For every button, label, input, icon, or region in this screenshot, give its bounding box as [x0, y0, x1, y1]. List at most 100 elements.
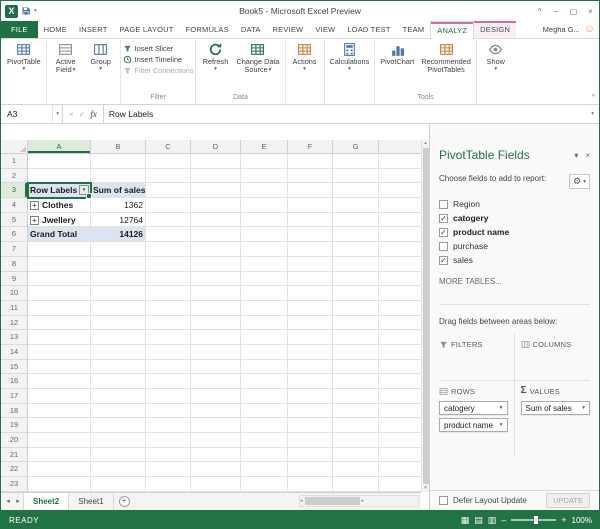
pivotchart-button[interactable]: PivotChart	[378, 41, 416, 67]
cell[interactable]	[146, 183, 191, 199]
refresh-button[interactable]: Refresh ▾	[199, 41, 231, 73]
cell[interactable]	[379, 477, 421, 492]
row-header[interactable]: 4	[1, 198, 28, 213]
tab-review[interactable]: REVIEW	[267, 21, 310, 38]
row-header[interactable]: 5	[1, 212, 28, 228]
sheet-tab-sheet2[interactable]: Sheet2	[23, 492, 70, 510]
cell[interactable]	[379, 330, 421, 345]
cell[interactable]	[288, 227, 333, 243]
cell[interactable]	[241, 256, 288, 272]
cell[interactable]	[146, 447, 191, 463]
cell[interactable]	[191, 330, 241, 345]
column-header-e[interactable]: E	[241, 140, 288, 154]
cell[interactable]	[191, 271, 241, 287]
cell[interactable]	[333, 477, 379, 492]
cell[interactable]	[28, 477, 91, 492]
cell[interactable]	[333, 433, 379, 448]
cell[interactable]	[333, 168, 379, 184]
cell[interactable]	[191, 212, 241, 228]
cell[interactable]	[91, 256, 146, 272]
cell[interactable]	[288, 198, 333, 213]
row-header[interactable]: 18	[1, 403, 28, 419]
column-header-partial[interactable]	[379, 140, 421, 154]
cell[interactable]	[288, 418, 333, 434]
cell[interactable]	[241, 242, 288, 257]
cell[interactable]	[91, 374, 146, 389]
cell[interactable]	[191, 389, 241, 404]
cell[interactable]	[91, 330, 146, 345]
cell[interactable]	[333, 315, 379, 331]
cell[interactable]	[91, 315, 146, 331]
cell[interactable]	[191, 344, 241, 360]
change-data-source-button[interactable]: Change Data Source ▾	[234, 41, 281, 76]
cell[interactable]	[333, 462, 379, 478]
cell[interactable]	[379, 198, 421, 213]
row-header[interactable]: 2	[1, 168, 28, 184]
scroll-up-icon[interactable]: ▴	[424, 140, 427, 147]
cell[interactable]	[146, 300, 191, 316]
update-button[interactable]: UPDATE	[546, 493, 590, 508]
pane-options-icon[interactable]: ▾	[574, 151, 578, 160]
cell[interactable]	[28, 344, 91, 360]
cell-b3[interactable]: Sum of sales	[91, 183, 146, 199]
cell-b6[interactable]: 14126	[91, 227, 146, 243]
cell-a5[interactable]: + Jwellery	[28, 212, 91, 228]
cell[interactable]	[28, 359, 91, 375]
cell[interactable]	[91, 418, 146, 434]
cell[interactable]	[191, 256, 241, 272]
cell[interactable]	[288, 389, 333, 404]
cell[interactable]	[379, 213, 421, 228]
expand-clothes-icon[interactable]: +	[30, 201, 39, 211]
insert-timeline-button[interactable]: Insert Timeline	[123, 55, 194, 64]
row-header[interactable]: 17	[1, 389, 28, 404]
new-sheet-button[interactable]: +	[118, 495, 130, 507]
cell[interactable]	[91, 403, 146, 419]
field-sales[interactable]: ✓ sales	[439, 253, 590, 267]
row-header[interactable]: 10	[1, 286, 28, 301]
cell[interactable]	[91, 477, 146, 492]
cell[interactable]	[28, 447, 91, 463]
zoom-in-button[interactable]: +	[561, 515, 566, 525]
more-tables-link[interactable]: MORE TABLES...	[439, 277, 590, 286]
checkbox-icon[interactable]: ✓	[439, 255, 448, 265]
sheet-nav-left-icon[interactable]: ◂	[3, 497, 13, 505]
cell[interactable]	[91, 389, 146, 404]
cell[interactable]	[379, 374, 421, 389]
pane-close-icon[interactable]: ×	[585, 151, 590, 160]
cell[interactable]	[146, 227, 191, 243]
row-header[interactable]: 16	[1, 374, 28, 389]
close-button[interactable]: ×	[582, 4, 599, 19]
dropdown-icon[interactable]: ▾	[582, 405, 585, 411]
cell[interactable]	[379, 345, 421, 360]
insert-slicer-button[interactable]: Insert Slicer	[123, 44, 194, 53]
cell[interactable]	[241, 227, 288, 243]
row-header[interactable]: 20	[1, 433, 28, 448]
filters-area[interactable]: FILTERS	[439, 334, 515, 380]
scroll-left-icon[interactable]: ◂	[300, 498, 303, 505]
cell[interactable]	[91, 271, 146, 287]
page-break-view-button[interactable]: ▥	[488, 515, 497, 525]
cell[interactable]	[91, 344, 146, 360]
cell[interactable]	[288, 183, 333, 199]
cell[interactable]	[379, 316, 421, 331]
cell[interactable]	[146, 198, 191, 213]
cell[interactable]	[146, 168, 191, 184]
row-header[interactable]: 9	[1, 271, 28, 287]
cell[interactable]	[28, 374, 91, 389]
tab-insert[interactable]: INSERT	[73, 21, 114, 38]
cell[interactable]	[191, 403, 241, 419]
cell[interactable]	[191, 286, 241, 301]
cell[interactable]	[28, 403, 91, 419]
cell[interactable]	[91, 447, 146, 463]
cell[interactable]	[191, 198, 241, 213]
user-name[interactable]: Megha G...	[543, 25, 580, 34]
cell[interactable]	[288, 212, 333, 228]
row-header[interactable]: 23	[1, 477, 28, 492]
cell[interactable]	[28, 300, 91, 316]
cell[interactable]	[379, 154, 421, 169]
ribbon-display-options-icon[interactable]: ^	[531, 4, 548, 19]
rows-field-product-name[interactable]: product name ▾	[439, 418, 508, 432]
cell[interactable]	[241, 433, 288, 448]
row-header[interactable]: 19	[1, 418, 28, 434]
cell[interactable]	[288, 462, 333, 478]
